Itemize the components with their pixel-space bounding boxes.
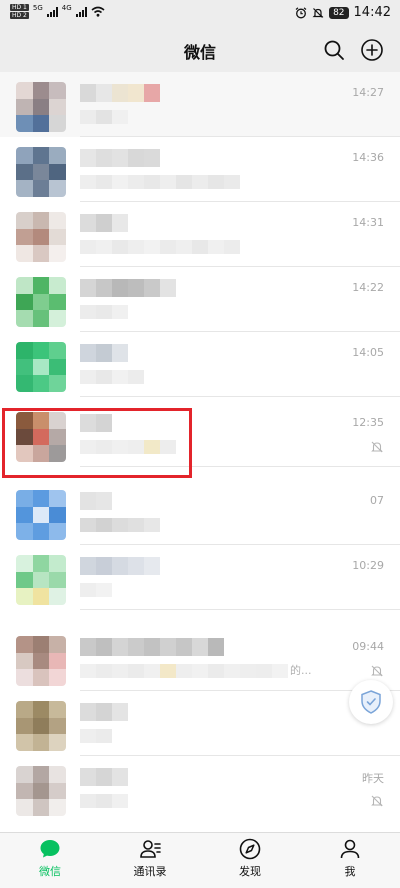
contact-name-redacted xyxy=(80,84,160,102)
chat-time: 07 xyxy=(370,494,384,507)
battery-indicator: 82 xyxy=(329,6,349,19)
status-bar: HD 1 HD 2 5G 4G 82 14:42 xyxy=(0,0,400,28)
tab-contacts[interactable]: 通讯录 xyxy=(100,837,200,887)
contact-name-redacted xyxy=(80,149,160,167)
message-preview-redacted xyxy=(80,440,176,454)
contact-name-redacted xyxy=(80,492,112,510)
muted-bell-icon xyxy=(371,441,383,453)
chat-row[interactable]: 的... 09:44 xyxy=(0,626,400,691)
sim2-badge: HD 2 xyxy=(10,12,29,19)
contact-name-redacted xyxy=(80,557,160,575)
tab-chats[interactable]: 微信 xyxy=(0,837,100,887)
chat-time: 14:22 xyxy=(352,281,384,294)
chat-bubble-icon xyxy=(40,840,60,858)
floating-shield-icon xyxy=(361,690,381,714)
person-icon xyxy=(340,839,360,859)
message-preview-redacted xyxy=(80,518,160,532)
compass-icon xyxy=(239,838,261,860)
chat-row[interactable]: 14:27 xyxy=(0,72,400,137)
chat-time: 12:35 xyxy=(352,416,384,429)
row-divider xyxy=(80,609,400,610)
avatar xyxy=(16,277,66,327)
chat-time: 昨天 xyxy=(362,772,384,785)
signal-icon-1 xyxy=(46,6,58,17)
contacts-icon xyxy=(140,840,161,858)
contact-name-redacted xyxy=(80,344,128,362)
tab-label: 通讯录 xyxy=(133,865,167,878)
message-preview-redacted xyxy=(80,583,112,597)
row-divider xyxy=(80,396,400,397)
contact-name-redacted xyxy=(80,414,112,432)
network-label-2: 4G xyxy=(61,3,72,12)
alarm-icon xyxy=(295,6,307,18)
chat-time: 14:05 xyxy=(352,346,384,359)
title-bar: 微信 xyxy=(0,28,400,72)
chat-time: 14:36 xyxy=(352,151,384,164)
avatar xyxy=(16,555,66,605)
message-preview-redacted xyxy=(80,240,240,254)
message-preview-redacted xyxy=(80,794,128,808)
message-preview-redacted xyxy=(80,175,240,189)
avatar xyxy=(16,342,66,392)
avatar xyxy=(16,636,66,686)
row-divider xyxy=(80,466,400,467)
wechat-screen: HD 1 HD 2 5G 4G 82 14:42 微信 14:27 14:36 … xyxy=(0,0,400,888)
message-preview-redacted xyxy=(80,370,144,384)
contact-name-redacted xyxy=(80,768,128,786)
message-preview-redacted xyxy=(80,305,128,319)
sim1-badge: HD 1 xyxy=(10,4,29,11)
tab-discover[interactable]: 发现 xyxy=(200,837,300,887)
wifi-icon xyxy=(91,6,105,17)
avatar xyxy=(16,766,66,816)
chat-time: 14:27 xyxy=(352,86,384,99)
network-label-1: 5G xyxy=(32,3,43,12)
preview-suffix: 的... xyxy=(290,664,312,677)
message-preview-redacted: 的... xyxy=(80,664,312,678)
avatar xyxy=(16,412,66,462)
avatar xyxy=(16,212,66,262)
chat-row[interactable]: 14:22 xyxy=(0,267,400,332)
chat-row[interactable]: 14:36 xyxy=(0,137,400,202)
tab-label: 微信 xyxy=(39,865,61,878)
chat-row[interactable]: 07 xyxy=(0,480,400,545)
status-time: 14:42 xyxy=(353,5,391,20)
contact-name-redacted xyxy=(80,703,128,721)
tab-label: 发现 xyxy=(239,865,261,878)
sim-indicators: HD 1 HD 2 xyxy=(10,4,29,19)
signal-icon-2 xyxy=(75,6,87,17)
tab-label: 我 xyxy=(344,865,356,878)
chat-list: 14:27 14:36 14:31 14:22 14:05 12:35 07 1… xyxy=(0,72,400,832)
floating-window-button[interactable] xyxy=(349,680,393,724)
message-preview-redacted xyxy=(80,110,128,124)
status-left: HD 1 HD 2 5G 4G xyxy=(10,4,105,19)
chat-row[interactable] xyxy=(0,691,400,756)
chat-time: 14:31 xyxy=(352,216,384,229)
muted-bell-icon xyxy=(371,795,383,807)
chat-time: 10:29 xyxy=(352,559,384,572)
avatar xyxy=(16,490,66,540)
message-preview-redacted xyxy=(80,729,112,743)
muted-bell-icon xyxy=(371,665,383,677)
chat-row[interactable]: 昨天 xyxy=(0,756,400,821)
mute-status-icon xyxy=(312,7,324,18)
avatar xyxy=(16,82,66,132)
avatar xyxy=(16,147,66,197)
chat-row[interactable]: 10:29 xyxy=(0,545,400,610)
search-icon[interactable] xyxy=(322,38,346,62)
avatar xyxy=(16,701,66,751)
status-right: 82 14:42 xyxy=(295,5,391,20)
chat-row[interactable]: 14:05 xyxy=(0,332,400,397)
chat-time: 09:44 xyxy=(352,640,384,653)
contact-name-redacted xyxy=(80,279,176,297)
tab-bar: 微信 通讯录 发现 我 xyxy=(0,832,400,888)
contact-name-redacted xyxy=(80,638,224,656)
contact-name-redacted xyxy=(80,214,128,232)
add-circle-icon[interactable] xyxy=(360,38,384,62)
chat-row[interactable]: 14:31 xyxy=(0,202,400,267)
chat-row-highlighted[interactable]: 12:35 xyxy=(0,402,400,467)
tab-me[interactable]: 我 xyxy=(300,837,400,887)
